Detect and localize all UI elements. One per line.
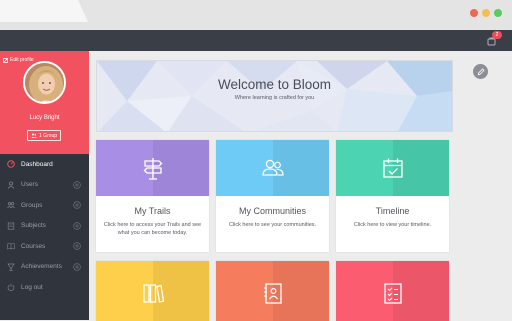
sidebar-item-users[interactable]: Users (0, 175, 89, 196)
card-header (336, 261, 449, 321)
community-icon (261, 159, 284, 176)
card-library[interactable] (96, 261, 209, 321)
dashboard-icon (6, 160, 15, 169)
browser-tab[interactable] (0, 0, 92, 30)
card-header (96, 261, 209, 321)
card-description: Click here to see your communities. (228, 222, 317, 228)
sidebar-item-dashboard[interactable]: Dashboard (0, 154, 89, 175)
card-description: Click here to access your Trails and see… (103, 222, 202, 236)
add-group-icon[interactable] (73, 201, 81, 209)
sidebar-item-logout[interactable]: Log out (0, 277, 89, 298)
card-my-trails[interactable]: My Trails Click here to access your Trai… (96, 140, 209, 252)
edit-dashboard-button[interactable] (473, 64, 488, 79)
card-header (336, 140, 449, 196)
checklist-icon (383, 283, 402, 304)
logout-icon (6, 283, 15, 292)
signpost-icon (143, 158, 162, 180)
sidebar-item-subjects[interactable]: Subjects (0, 216, 89, 237)
pencil-icon (477, 67, 485, 75)
sidebar-item-label: Subjects (21, 222, 46, 230)
card-title: Timeline (375, 206, 410, 216)
sidebar: Edit profile Lucy Bright 1 Group Dashboa… (0, 51, 89, 320)
edit-profile-icon (3, 57, 8, 63)
main-content: Welcome to Bloom Where learning is craft… (89, 51, 512, 321)
card-header (216, 140, 329, 196)
sidebar-item-courses[interactable]: Courses (0, 236, 89, 257)
card-contacts[interactable] (216, 261, 329, 321)
card-timeline[interactable]: Timeline Click here to view your timelin… (336, 140, 449, 252)
card-tasks[interactable] (336, 261, 449, 321)
card-title: My Trails (134, 206, 171, 216)
subjects-icon (6, 221, 15, 230)
window-minimize-button[interactable] (482, 9, 490, 17)
edit-profile-link[interactable]: Edit profile (3, 57, 34, 63)
add-achievement-icon[interactable] (73, 262, 81, 271)
window-close-button[interactable] (470, 9, 478, 17)
courses-icon (6, 242, 15, 251)
welcome-banner: Welcome to Bloom Where learning is craft… (96, 60, 453, 132)
user-name: Lucy Bright (29, 115, 60, 121)
window-controls (470, 9, 502, 17)
sidebar-item-label: Log out (21, 283, 43, 291)
sidebar-item-achievements[interactable]: Achievements (0, 257, 89, 278)
sidebar-item-groups[interactable]: Groups (0, 195, 89, 216)
sidebar-item-label: Dashboard (21, 160, 53, 168)
browser-chrome (0, 0, 512, 30)
profile-panel: Edit profile Lucy Bright 1 Group (0, 51, 89, 154)
add-course-icon[interactable] (73, 242, 81, 250)
group-count-label: 1 Group (38, 132, 58, 139)
sidebar-nav: Dashboard Users Groups Subjects Courses … (0, 154, 89, 298)
card-header (96, 140, 209, 196)
notification-icon[interactable]: 2 (486, 31, 502, 47)
welcome-subtitle: Where learning is crafted for you (234, 95, 315, 101)
users-icon (6, 180, 15, 189)
card-title: My Communities (238, 206, 306, 216)
add-user-icon[interactable] (73, 180, 81, 189)
notification-count-badge: 2 (492, 31, 502, 39)
sidebar-item-label: Achievements (21, 263, 62, 271)
welcome-title: Welcome to Bloom (217, 77, 332, 92)
achievements-icon (6, 262, 15, 271)
sidebar-item-label: Groups (21, 201, 43, 209)
card-header (216, 261, 329, 321)
calendar-icon (382, 158, 403, 178)
books-icon (142, 284, 164, 303)
window-maximize-button[interactable] (494, 9, 502, 17)
sidebar-item-label: Users (21, 181, 38, 189)
group-badge-button[interactable]: 1 Group (27, 130, 61, 141)
edit-profile-label: Edit profile (10, 57, 34, 63)
card-my-communities[interactable]: My Communities Click here to see your co… (216, 140, 329, 252)
add-subject-icon[interactable] (73, 221, 81, 230)
app-topbar: 2 (0, 30, 512, 51)
address-book-icon (263, 283, 282, 304)
sidebar-item-label: Courses (21, 242, 46, 250)
avatar[interactable] (23, 61, 66, 104)
group-icon (31, 133, 37, 138)
card-description: Click here to view your timeline. (353, 222, 432, 228)
groups-icon (6, 201, 15, 210)
